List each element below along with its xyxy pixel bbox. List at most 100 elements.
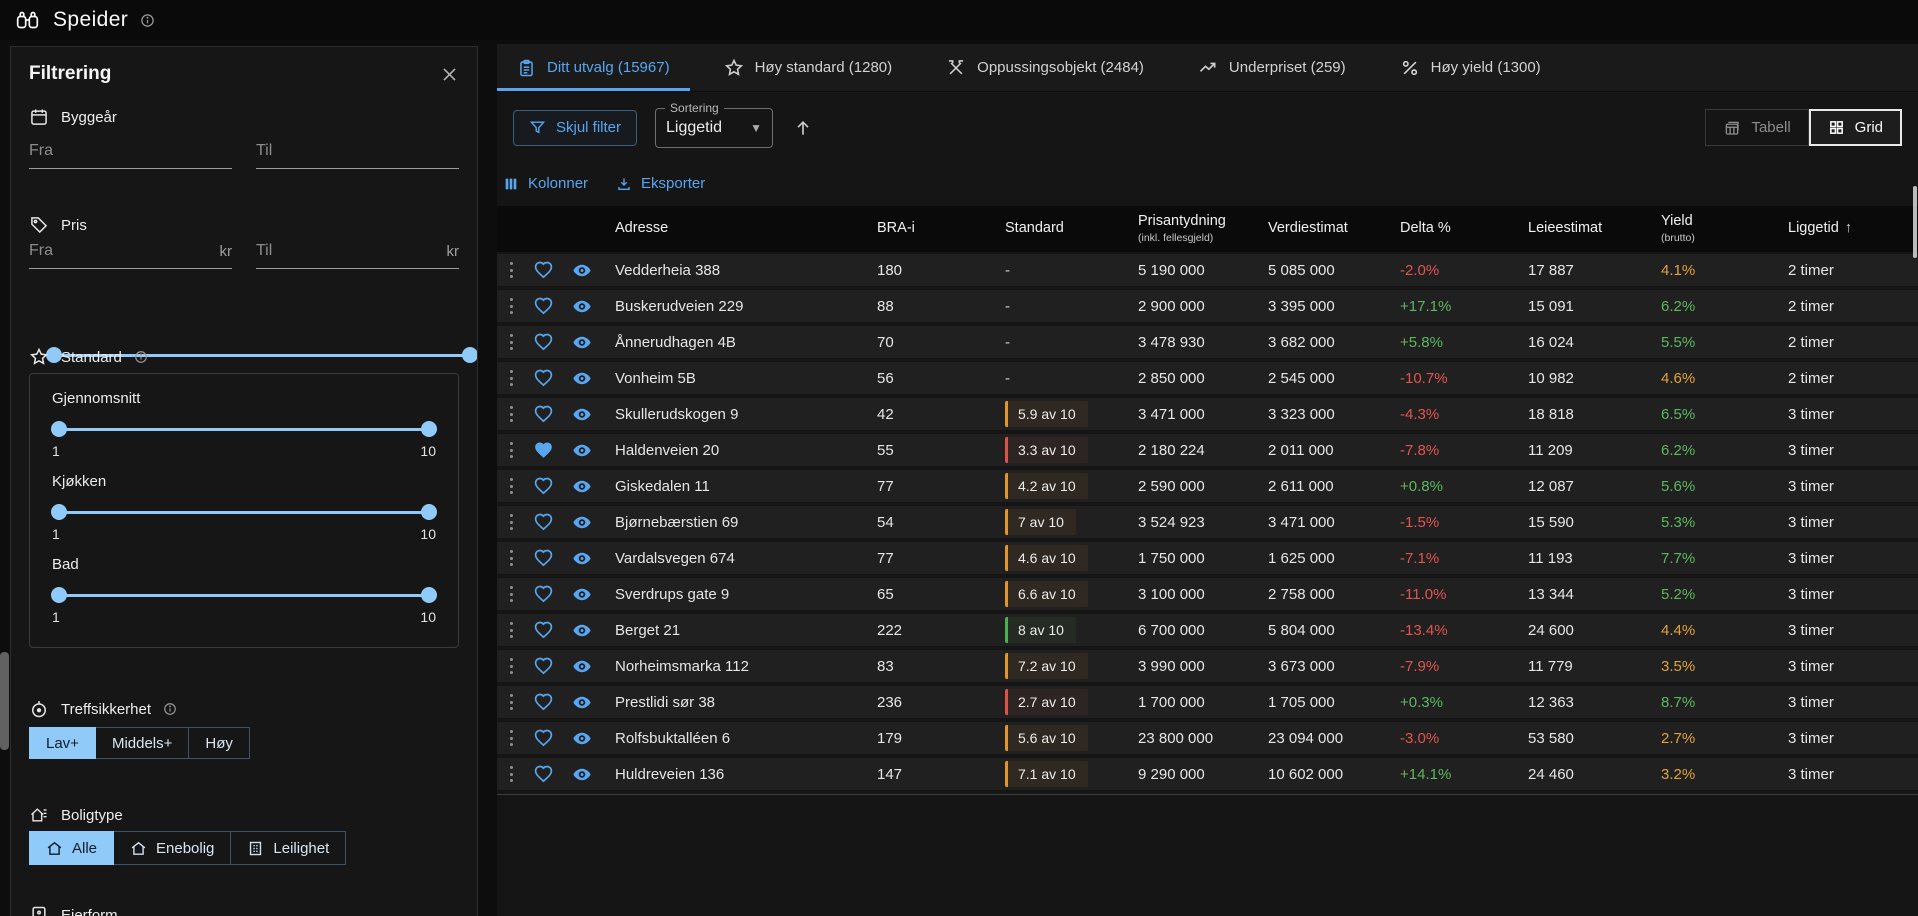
sidebar-scrollbar[interactable] — [0, 652, 9, 750]
boligtype-option-alle[interactable]: Alle — [29, 831, 114, 865]
table-row[interactable]: Bjørnebærstien 69547 av 103 524 9233 471… — [497, 506, 1918, 538]
table-row[interactable]: Sverdrups gate 9656.6 av 103 100 0002 75… — [497, 578, 1918, 610]
favorite-button[interactable] — [532, 692, 555, 712]
header-standard[interactable]: Standard — [1005, 221, 1138, 237]
row-menu-button[interactable] — [506, 475, 517, 498]
favorite-button[interactable] — [532, 440, 555, 460]
hide-filter-button[interactable]: Skjul filter — [513, 110, 637, 146]
favorite-button[interactable] — [532, 512, 555, 532]
watch-button[interactable] — [570, 369, 594, 388]
boligtype-option-leilighet[interactable]: Leilighet — [231, 831, 346, 865]
row-menu-button[interactable] — [506, 583, 517, 606]
favorite-button[interactable] — [532, 296, 555, 316]
table-row[interactable]: Vardalsvegen 674774.6 av 101 750 0001 62… — [497, 542, 1918, 574]
table-row[interactable]: Rolfsbuktalléen 61795.6 av 1023 800 0002… — [497, 722, 1918, 754]
row-menu-button[interactable] — [506, 331, 517, 354]
watch-button[interactable] — [570, 765, 594, 784]
sort-direction-button[interactable] — [793, 118, 813, 138]
watch-button[interactable] — [570, 477, 594, 496]
table-row[interactable]: Prestlidi sør 382362.7 av 101 700 0001 7… — [497, 686, 1918, 718]
grid-view-button[interactable]: Grid — [1809, 109, 1902, 146]
table-row[interactable]: Giskedalen 11774.2 av 102 590 0002 611 0… — [497, 470, 1918, 502]
tab-hoy-standard[interactable]: Høy standard (1280) — [704, 44, 913, 91]
favorite-button[interactable] — [532, 476, 555, 496]
kjokken-slider[interactable] — [52, 504, 436, 520]
slider-handle-min[interactable] — [51, 421, 67, 437]
row-menu-button[interactable] — [506, 727, 517, 750]
watch-button[interactable] — [570, 585, 594, 604]
byggear-til-field[interactable] — [256, 142, 459, 169]
header-yield[interactable]: Yield (brutto) — [1661, 214, 1788, 244]
sort-select[interactable]: Sortering Liggetid ▼ — [655, 108, 773, 148]
slider-handle-min[interactable] — [51, 504, 67, 520]
pris-til-input[interactable] — [256, 242, 459, 260]
watch-button[interactable] — [570, 729, 594, 748]
favorite-button[interactable] — [532, 728, 555, 748]
pris-fra-input[interactable] — [29, 242, 232, 260]
favorite-button[interactable] — [532, 260, 555, 280]
table-row[interactable]: Vedderheia 388180-5 190 0005 085 000-2.0… — [497, 254, 1918, 286]
favorite-button[interactable] — [532, 620, 555, 640]
row-menu-button[interactable] — [506, 763, 517, 786]
table-row[interactable]: Skullerudskogen 9425.9 av 103 471 0003 3… — [497, 398, 1918, 430]
tab-hoy-yield[interactable]: Høy yield (1300) — [1380, 44, 1561, 91]
bad-slider[interactable] — [52, 587, 436, 603]
watch-button[interactable] — [570, 405, 594, 424]
treffsikkerhet-option-lav[interactable]: Lav+ — [29, 727, 96, 759]
table-row[interactable]: Vonheim 5B56-2 850 0002 545 000-10.7%10 … — [497, 362, 1918, 394]
slider-handle-max[interactable] — [462, 347, 478, 363]
header-leieestimat[interactable]: Leieestimat — [1528, 221, 1661, 237]
watch-button[interactable] — [570, 549, 594, 568]
table-row[interactable]: Haldenveien 20553.3 av 102 180 2242 011 … — [497, 434, 1918, 466]
tab-oppussingsobjekt[interactable]: Oppussingsobjekt (2484) — [926, 44, 1164, 91]
gjennomsnitt-slider[interactable] — [52, 421, 436, 437]
slider-handle-max[interactable] — [421, 504, 437, 520]
treffsikkerhet-option-hoy[interactable]: Høy — [189, 727, 250, 759]
table-row[interactable]: Buskerudveien 22988-2 900 0003 395 000+1… — [497, 290, 1918, 322]
favorite-button[interactable] — [532, 404, 555, 424]
table-scrollbar[interactable] — [1913, 186, 1917, 258]
row-menu-button[interactable] — [506, 367, 517, 390]
watch-button[interactable] — [570, 333, 594, 352]
header-verdiestimat[interactable]: Verdiestimat — [1268, 221, 1400, 237]
watch-button[interactable] — [570, 513, 594, 532]
export-button[interactable]: Eksporter — [616, 175, 705, 192]
row-menu-button[interactable] — [506, 439, 517, 462]
row-menu-button[interactable] — [506, 511, 517, 534]
row-menu-button[interactable] — [506, 691, 517, 714]
byggear-til-input[interactable] — [256, 142, 459, 160]
info-icon[interactable] — [163, 702, 177, 716]
favorite-button[interactable] — [532, 332, 555, 352]
watch-button[interactable] — [570, 621, 594, 640]
slider-handle-max[interactable] — [421, 421, 437, 437]
row-menu-button[interactable] — [506, 655, 517, 678]
watch-button[interactable] — [570, 297, 594, 316]
row-menu-button[interactable] — [506, 403, 517, 426]
header-adresse[interactable]: Adresse — [615, 221, 877, 237]
slider-handle-min[interactable] — [51, 587, 67, 603]
table-row[interactable]: Huldreveien 1361477.1 av 109 290 00010 6… — [497, 758, 1918, 790]
row-menu-button[interactable] — [506, 259, 517, 282]
tab-underpriset[interactable]: Underpriset (259) — [1178, 44, 1366, 91]
header-prisantydning[interactable]: Prisantydning (inkl. fellesgjeld) — [1138, 214, 1268, 244]
favorite-button[interactable] — [532, 656, 555, 676]
byggear-fra-input[interactable] — [29, 142, 232, 160]
table-row[interactable]: Norheimsmarka 112837.2 av 103 990 0003 6… — [497, 650, 1918, 682]
header-delta[interactable]: Delta % — [1400, 221, 1528, 237]
watch-button[interactable] — [570, 657, 594, 676]
favorite-button[interactable] — [532, 548, 555, 568]
favorite-button[interactable] — [532, 584, 555, 604]
pris-fra-field[interactable]: kr — [29, 242, 232, 269]
info-icon[interactable] — [140, 13, 155, 28]
byggear-fra-field[interactable] — [29, 142, 232, 169]
table-row[interactable]: Ånnerudhagen 4B70-3 478 9303 682 000+5.8… — [497, 326, 1918, 358]
header-bra[interactable]: BRA-i — [877, 221, 1005, 237]
watch-button[interactable] — [570, 441, 594, 460]
boligtype-option-enebolig[interactable]: Enebolig — [114, 831, 231, 865]
table-row[interactable]: Berget 212228 av 106 700 0005 804 000-13… — [497, 614, 1918, 646]
tab-ditt-utvalg[interactable]: Ditt utvalg (15967) — [497, 44, 690, 91]
watch-button[interactable] — [570, 693, 594, 712]
treffsikkerhet-option-middels[interactable]: Middels+ — [96, 727, 189, 759]
columns-button[interactable]: Kolonner — [503, 175, 588, 192]
pris-til-field[interactable]: kr — [256, 242, 459, 269]
